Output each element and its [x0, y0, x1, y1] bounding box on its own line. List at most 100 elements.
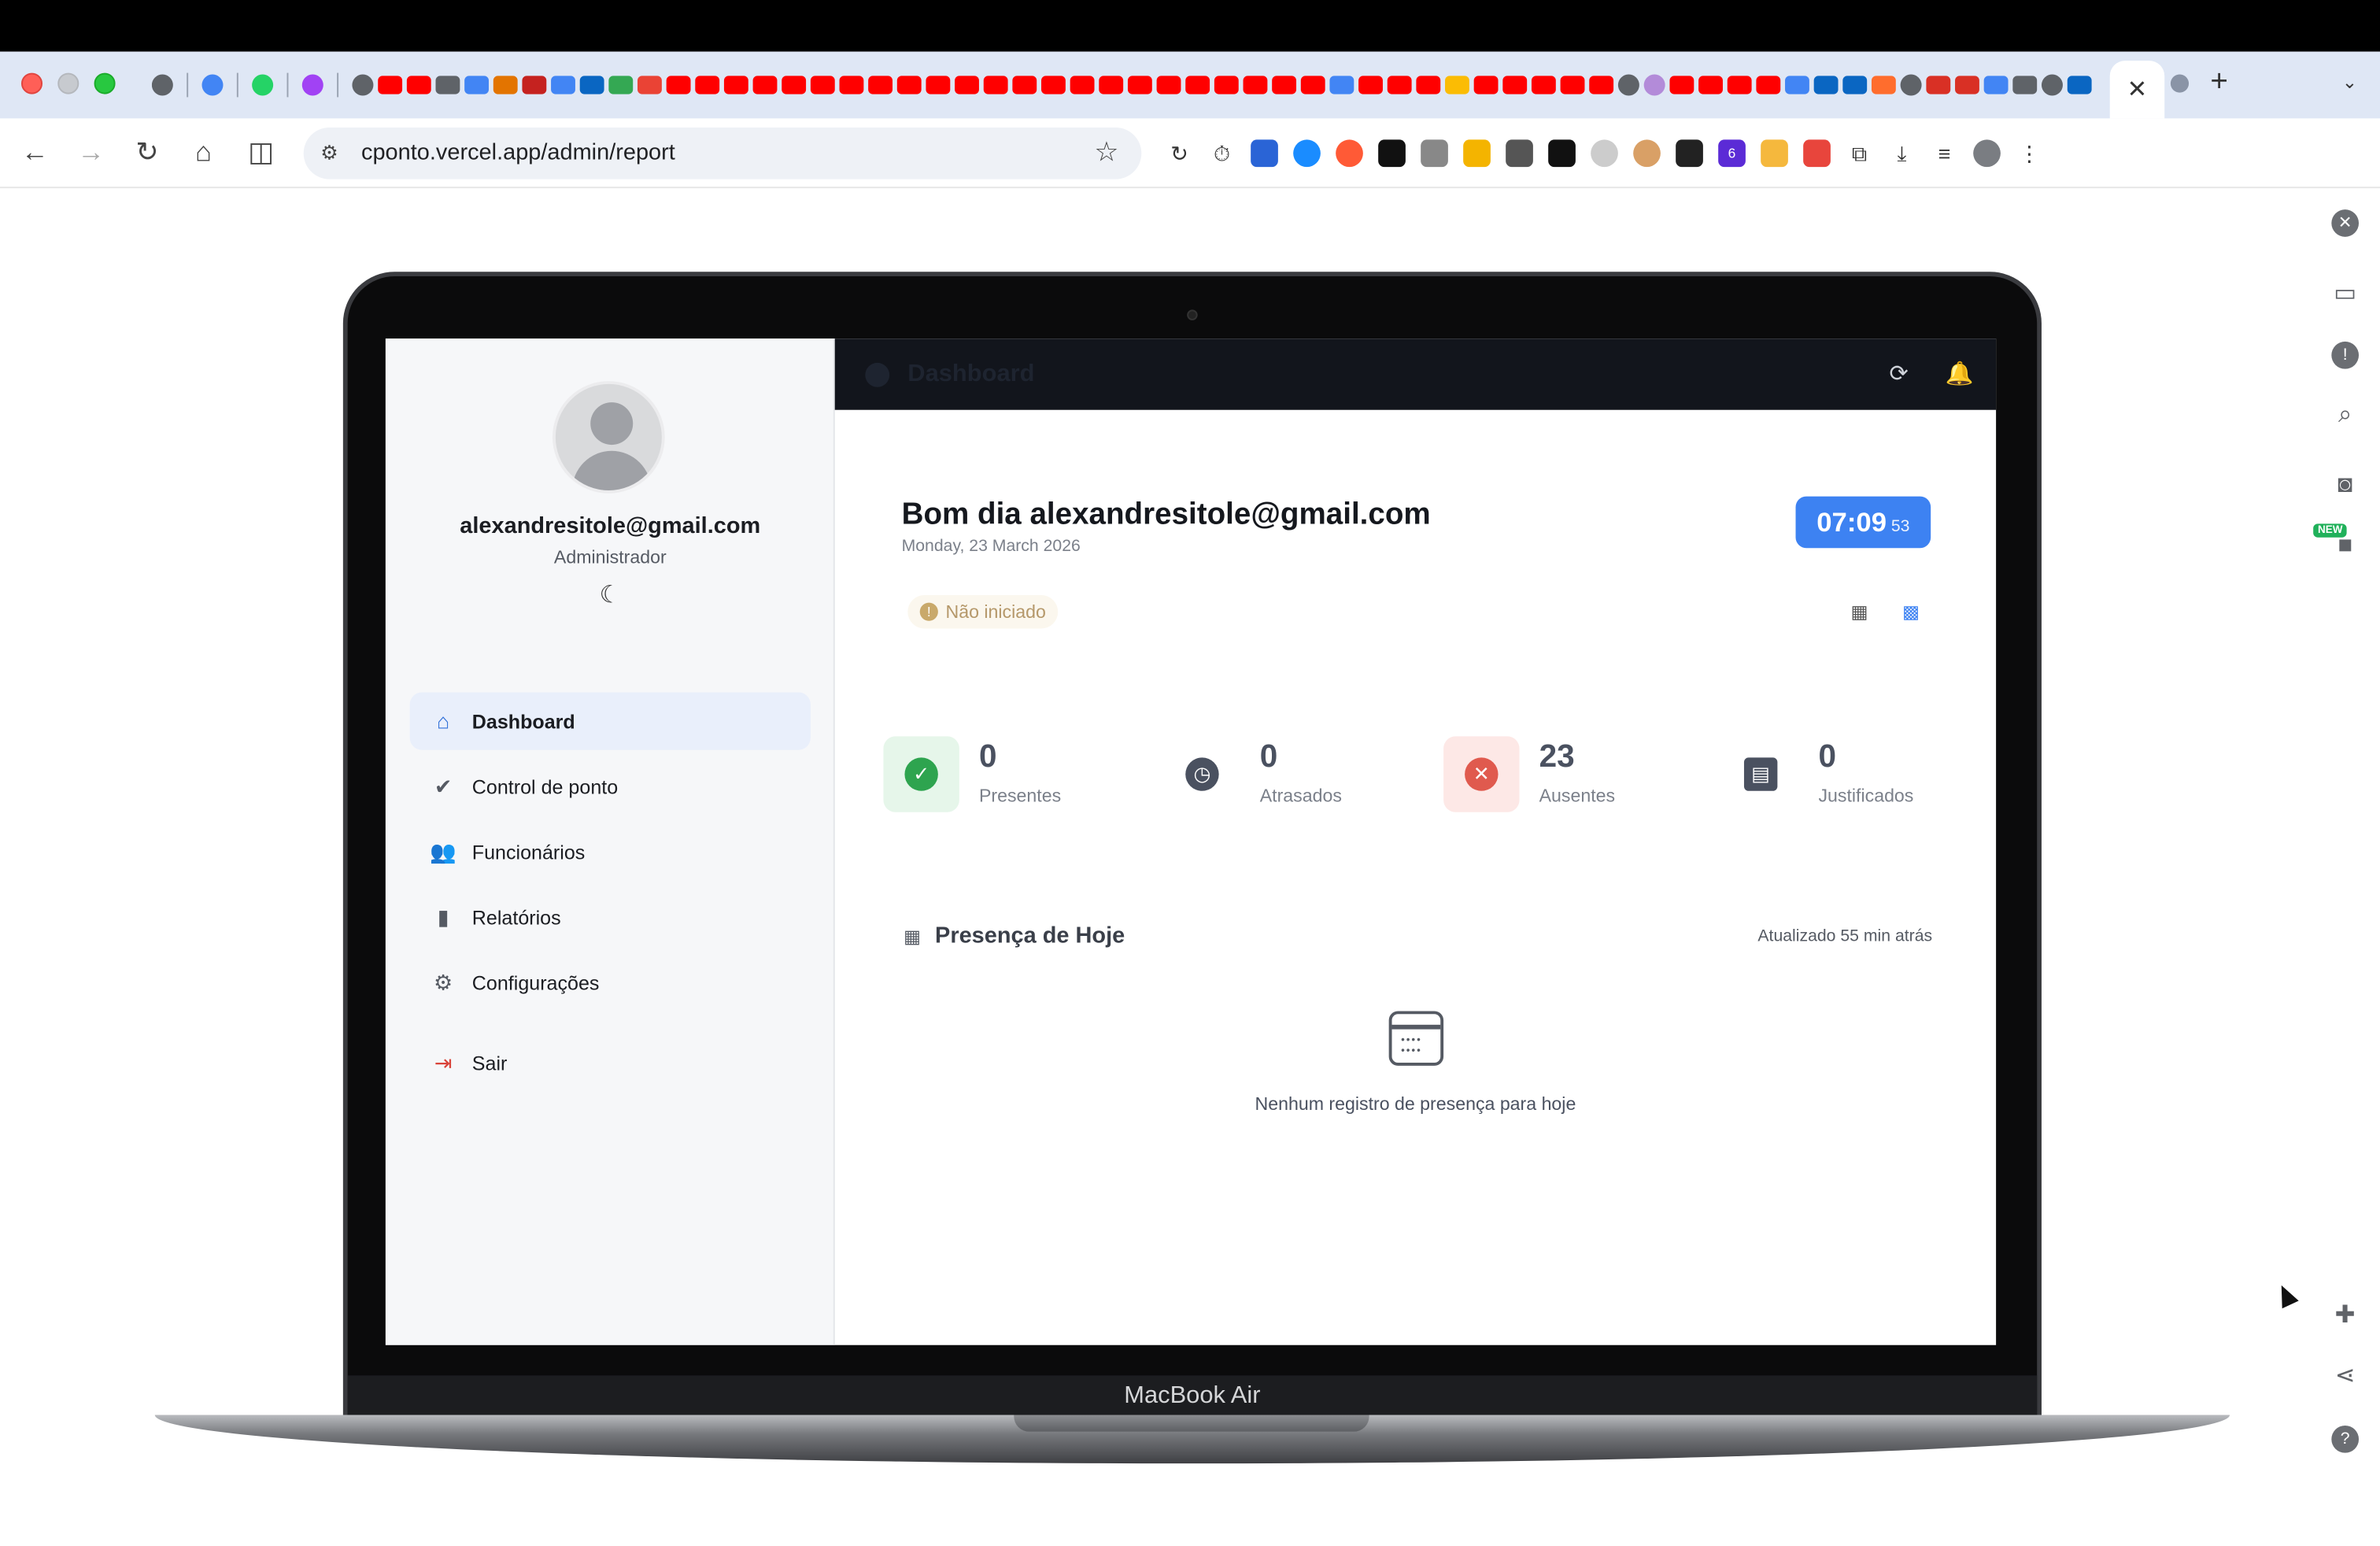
extension-icon[interactable]: [1421, 139, 1448, 168]
youtube-tab-icon[interactable]: [983, 76, 1008, 94]
zoom-icon[interactable]: ⌕: [2328, 399, 2361, 432]
youtube-tab-icon[interactable]: [1272, 76, 1297, 94]
extension-icon[interactable]: [1633, 139, 1661, 168]
reload-icon[interactable]: ↻: [1166, 139, 1193, 167]
sidebar-item-sair[interactable]: ⇥ Sair: [410, 1034, 811, 1091]
youtube-tab-icon[interactable]: [1156, 76, 1181, 94]
tab-favicon-icon[interactable]: [551, 76, 575, 94]
video-icon[interactable]: ■: [2328, 530, 2361, 563]
notion-extension-icon[interactable]: [1676, 139, 1703, 168]
site-info-icon[interactable]: ⚙: [316, 139, 343, 167]
extension-icon[interactable]: [1761, 139, 1788, 168]
youtube-tab-icon[interactable]: [868, 76, 893, 94]
youtube-tab-icon[interactable]: [1531, 76, 1556, 94]
timer-icon[interactable]: ⏱: [1208, 139, 1236, 167]
youtube-tab-icon[interactable]: [1727, 76, 1752, 94]
youtube-tab-icon[interactable]: [1669, 76, 1694, 94]
refresh-icon[interactable]: ⟳: [1883, 360, 1914, 390]
puzzle-icon[interactable]: ⧉: [1846, 139, 1873, 167]
youtube-tab-icon[interactable]: [1358, 76, 1383, 94]
youtube-tab-icon[interactable]: [955, 76, 979, 94]
tab-favicon-icon[interactable]: [1445, 76, 1469, 94]
extension-icon[interactable]: [1803, 139, 1831, 168]
sidebar-item-funcionarios[interactable]: 👥 Funcionários: [410, 823, 811, 880]
tab-favicon-icon[interactable]: [2012, 76, 2038, 94]
youtube-tab-icon[interactable]: [1698, 76, 1723, 94]
minimize-window-button[interactable]: [57, 72, 79, 94]
maximize-window-button[interactable]: [94, 72, 116, 94]
avatar[interactable]: [552, 381, 665, 494]
youtube-tab-icon[interactable]: [723, 76, 748, 94]
youtube-tab-icon[interactable]: [1185, 76, 1210, 94]
url-text[interactable]: cponto.vercel.app/admin/report: [361, 139, 675, 165]
tab-favicon-icon[interactable]: [579, 76, 604, 94]
extension-icon[interactable]: [1293, 139, 1321, 168]
tab-favicon-icon[interactable]: [1955, 76, 1979, 94]
calendar-icon[interactable]: ▦: [1849, 601, 1870, 623]
qr-code-icon[interactable]: ▩: [1901, 601, 1922, 623]
extension-icon[interactable]: [1548, 139, 1576, 168]
alert-icon[interactable]: !: [2331, 341, 2360, 369]
tab-favicon-icon[interactable]: [2170, 74, 2190, 93]
tab-favicon-icon[interactable]: [1926, 76, 1951, 94]
moon-icon[interactable]: ☾: [595, 582, 626, 612]
youtube-tab-icon[interactable]: [782, 76, 807, 94]
help-icon[interactable]: ?: [2331, 1425, 2360, 1453]
extension-icon[interactable]: [1378, 139, 1406, 168]
youtube-tab-icon[interactable]: [1473, 76, 1499, 94]
youtube-tab-icon[interactable]: [1127, 76, 1152, 94]
tab-favicon-icon[interactable]: [1617, 74, 1639, 96]
tab-favicon-icon[interactable]: [464, 76, 490, 94]
bell-icon[interactable]: 🔔: [1945, 360, 1975, 390]
linkedin-tab-icon[interactable]: [1813, 76, 1839, 94]
youtube-tab-icon[interactable]: [1012, 76, 1037, 94]
share-icon[interactable]: ⋖: [2328, 1360, 2361, 1393]
youtube-tab-icon[interactable]: [378, 76, 403, 94]
youtube-tab-icon[interactable]: [666, 76, 691, 94]
devices-icon[interactable]: ▭: [2328, 278, 2361, 311]
youtube-tab-icon[interactable]: [926, 76, 951, 94]
extension-badge-icon[interactable]: 6: [1718, 139, 1746, 168]
whatsapp-tab-icon[interactable]: [252, 74, 274, 96]
new-tab-button[interactable]: +: [2204, 67, 2234, 98]
youtube-tab-icon[interactable]: [1099, 76, 1124, 94]
split-view-button[interactable]: ◫: [243, 134, 279, 170]
tab-search-button[interactable]: ⌄: [2334, 67, 2365, 98]
youtube-tab-icon[interactable]: [1214, 76, 1239, 94]
tab-favicon-icon[interactable]: [1900, 74, 1922, 96]
youtube-tab-icon[interactable]: [1070, 76, 1095, 94]
close-window-button[interactable]: [21, 72, 43, 94]
bookmark-star-icon[interactable]: ☆: [1090, 135, 1123, 168]
tab-favicon-icon[interactable]: [1871, 76, 1896, 94]
youtube-tab-icon[interactable]: [1560, 76, 1585, 94]
media-icon[interactable]: ≡: [1931, 139, 1958, 167]
camera-icon[interactable]: ◙: [2328, 469, 2361, 502]
sidebar-item-dashboard[interactable]: ⌂ Dashboard: [409, 692, 811, 750]
linkedin-tab-icon[interactable]: [1842, 76, 1868, 94]
youtube-tab-icon[interactable]: [406, 76, 431, 94]
youtube-tab-icon[interactable]: [1243, 76, 1268, 94]
tab-favicon-icon[interactable]: [493, 76, 518, 94]
docs-tab-icon[interactable]: [1785, 76, 1809, 94]
docs-tab-icon[interactable]: [1329, 76, 1354, 94]
extension-icon[interactable]: [1591, 139, 1618, 168]
sidebar-item-configuracoes[interactable]: ⚙ Configurações: [410, 953, 811, 1011]
youtube-tab-icon[interactable]: [1502, 76, 1528, 94]
youtube-tab-icon[interactable]: [896, 76, 922, 94]
extension-icon[interactable]: [1251, 139, 1278, 168]
extension-icon[interactable]: [1336, 139, 1363, 168]
tab-favicon-icon[interactable]: [522, 76, 547, 94]
youtube-tab-icon[interactable]: [1041, 76, 1066, 94]
extension-icon[interactable]: [1506, 139, 1533, 168]
youtube-tab-icon[interactable]: [1387, 76, 1412, 94]
home-button[interactable]: ⌂: [185, 134, 221, 170]
download-icon[interactable]: ⤓: [1888, 139, 1916, 167]
reload-button[interactable]: ↻: [129, 134, 165, 170]
tab-favicon-icon[interactable]: [301, 74, 323, 96]
youtube-tab-icon[interactable]: [1756, 76, 1781, 94]
back-button[interactable]: ←: [17, 134, 53, 170]
active-tab-close-button[interactable]: ✕: [2109, 61, 2165, 119]
close-panel-icon[interactable]: ✕: [2331, 209, 2360, 237]
youtube-tab-icon[interactable]: [1300, 76, 1325, 94]
tab-favicon-icon[interactable]: [608, 76, 634, 94]
